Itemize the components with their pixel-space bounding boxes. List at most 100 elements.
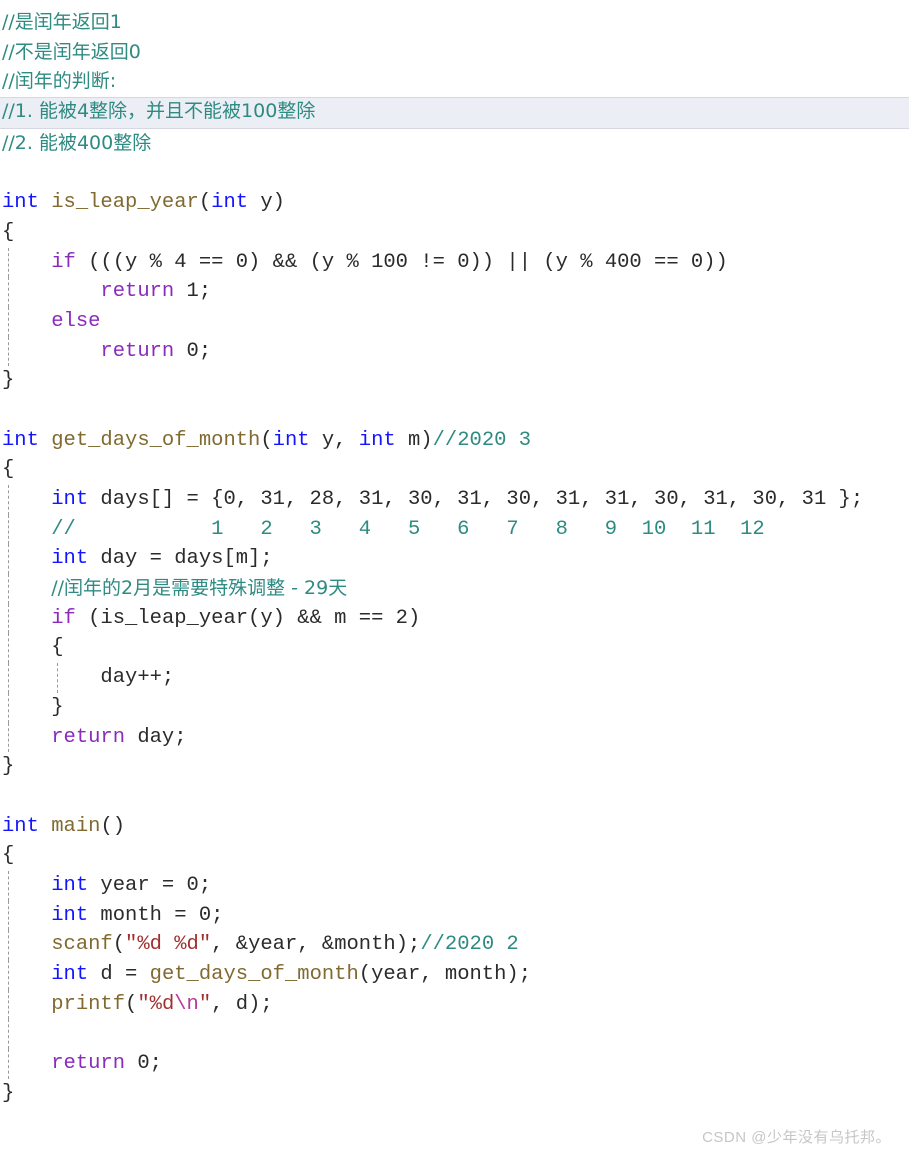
code-line[interactable]: { [0,218,909,248]
expression-token: 0; [125,1052,162,1076]
literal-token: 0; [186,339,212,363]
code-line[interactable]: else [0,306,909,337]
code-line[interactable]: //不是闰年返回0 [0,38,909,68]
code-line[interactable]: //是闰年返回1 [0,8,909,38]
comment-token: //2020 2 [420,933,519,957]
brace-token: } [2,369,15,393]
csdn-watermark: CSDN @少年没有乌托邦。 [702,1129,891,1146]
brace-token: { [2,458,15,482]
punct: ( [260,428,273,452]
comment-token: //不是闰年返回0 [2,40,141,63]
code-line[interactable]: return day; [0,722,909,753]
function-name-token: get_days_of_month [149,963,359,986]
code-line[interactable]: return 0; [0,336,909,367]
decl-token: year = 0; [88,873,212,897]
keyword-token: else [51,309,101,333]
code-line[interactable]: printf("%d\n", d); [0,989,909,1020]
punct: ( [125,992,138,1016]
keyword-token: return [100,280,175,304]
brace-token: } [51,695,64,719]
keyword-token: return [51,1052,126,1076]
escape-sequence-token: \n [174,992,199,1016]
string-literal-token: "%d %d" [125,933,212,957]
expression-token: day; [125,725,187,749]
punct: () [100,814,126,838]
type-keyword-token: int [51,963,89,986]
code-line[interactable]: { [0,841,909,871]
code-line-empty[interactable] [0,158,909,188]
comment-token: //1. 能被4整除，并且不能被100整除 [2,100,316,123]
comment-token: //是闰年返回1 [2,11,122,33]
code-line[interactable]: if (is_leap_year(y) && m == 2) [0,603,909,634]
type-keyword-token: int [2,191,39,215]
code-line[interactable]: //2. 能被400整除 [0,129,909,159]
code-line[interactable]: int year = 0; [0,870,909,901]
code-line[interactable]: //闰年的2月是需要特殊调整 - 29天 [0,574,909,604]
code-line-empty[interactable] [0,1019,909,1049]
code-line-empty[interactable] [0,782,909,812]
code-line[interactable]: } [0,366,909,396]
code-line[interactable]: } [0,1079,909,1109]
brace-token: { [2,220,15,244]
type-keyword-token: int [51,903,89,927]
code-line[interactable]: scanf("%d %d", &year, &month);//2020 2 [0,930,909,960]
code-line[interactable]: int is_leap_year(int y) [0,188,909,218]
code-line[interactable]: return 0; [0,1049,909,1079]
comment-token: // 1 2 3 4 5 6 7 8 9 10 11 12 [51,517,765,541]
code-line-empty[interactable] [0,396,909,426]
function-name-token: main [51,814,101,838]
function-name-token: is_leap_year [51,191,199,215]
code-line[interactable]: { [0,633,909,663]
code-line[interactable]: } [0,752,909,782]
code-line[interactable]: { [0,455,909,485]
args-token: , d); [211,992,273,1016]
code-line[interactable]: int day = days[m]; [0,544,909,574]
code-line[interactable]: int d = get_days_of_month(year, month); [0,960,909,990]
code-line[interactable]: // 1 2 3 4 5 6 7 8 9 10 11 12 [0,514,909,545]
expression-token: (is_leap_year(y) && m == 2) [75,606,421,630]
code-line-highlighted[interactable]: //1. 能被4整除，并且不能被100整除 [0,97,909,129]
decl-token: month = 0; [88,903,224,927]
expression-token: day++; [100,666,175,690]
args-token: , &year, &month); [211,933,421,957]
keyword-token: return [100,339,175,363]
code-line[interactable]: int main() [0,812,909,842]
keyword-token: return [51,725,126,749]
code-line[interactable]: if (((y % 4 == 0) && (y % 100 != 0)) || … [0,247,909,278]
type-keyword-token: int [358,428,396,452]
code-line[interactable]: int days[] = {0, 31, 28, 31, 30, 31, 30,… [0,485,909,515]
type-keyword-token: int [51,488,89,511]
keyword-token: if [51,606,76,630]
function-name-token: get_days_of_month [51,428,261,452]
decl-token: day = days[m]; [88,547,273,571]
function-name-token: printf [51,992,126,1016]
code-line[interactable]: } [0,692,909,723]
param-token: y, [309,428,359,452]
string-literal-token: " [198,992,212,1016]
code-line[interactable]: return 1; [0,277,909,307]
expression-token: (((y % 4 == 0) && (y % 100 != 0)) || (y … [75,250,728,274]
code-editor[interactable]: //是闰年返回1 //不是闰年返回0 //闰年的判断: //1. 能被4整除，并… [0,0,909,1161]
code-line[interactable]: //闰年的判断: [0,67,909,97]
code-line[interactable]: int month = 0; [0,900,909,931]
string-literal-token: "%d [137,992,175,1016]
decl-token: d = [88,963,150,986]
punct: ( [112,933,126,957]
code-line[interactable]: day++; [0,663,909,693]
code-line[interactable]: int get_days_of_month(int y, int m)//202… [0,426,909,456]
